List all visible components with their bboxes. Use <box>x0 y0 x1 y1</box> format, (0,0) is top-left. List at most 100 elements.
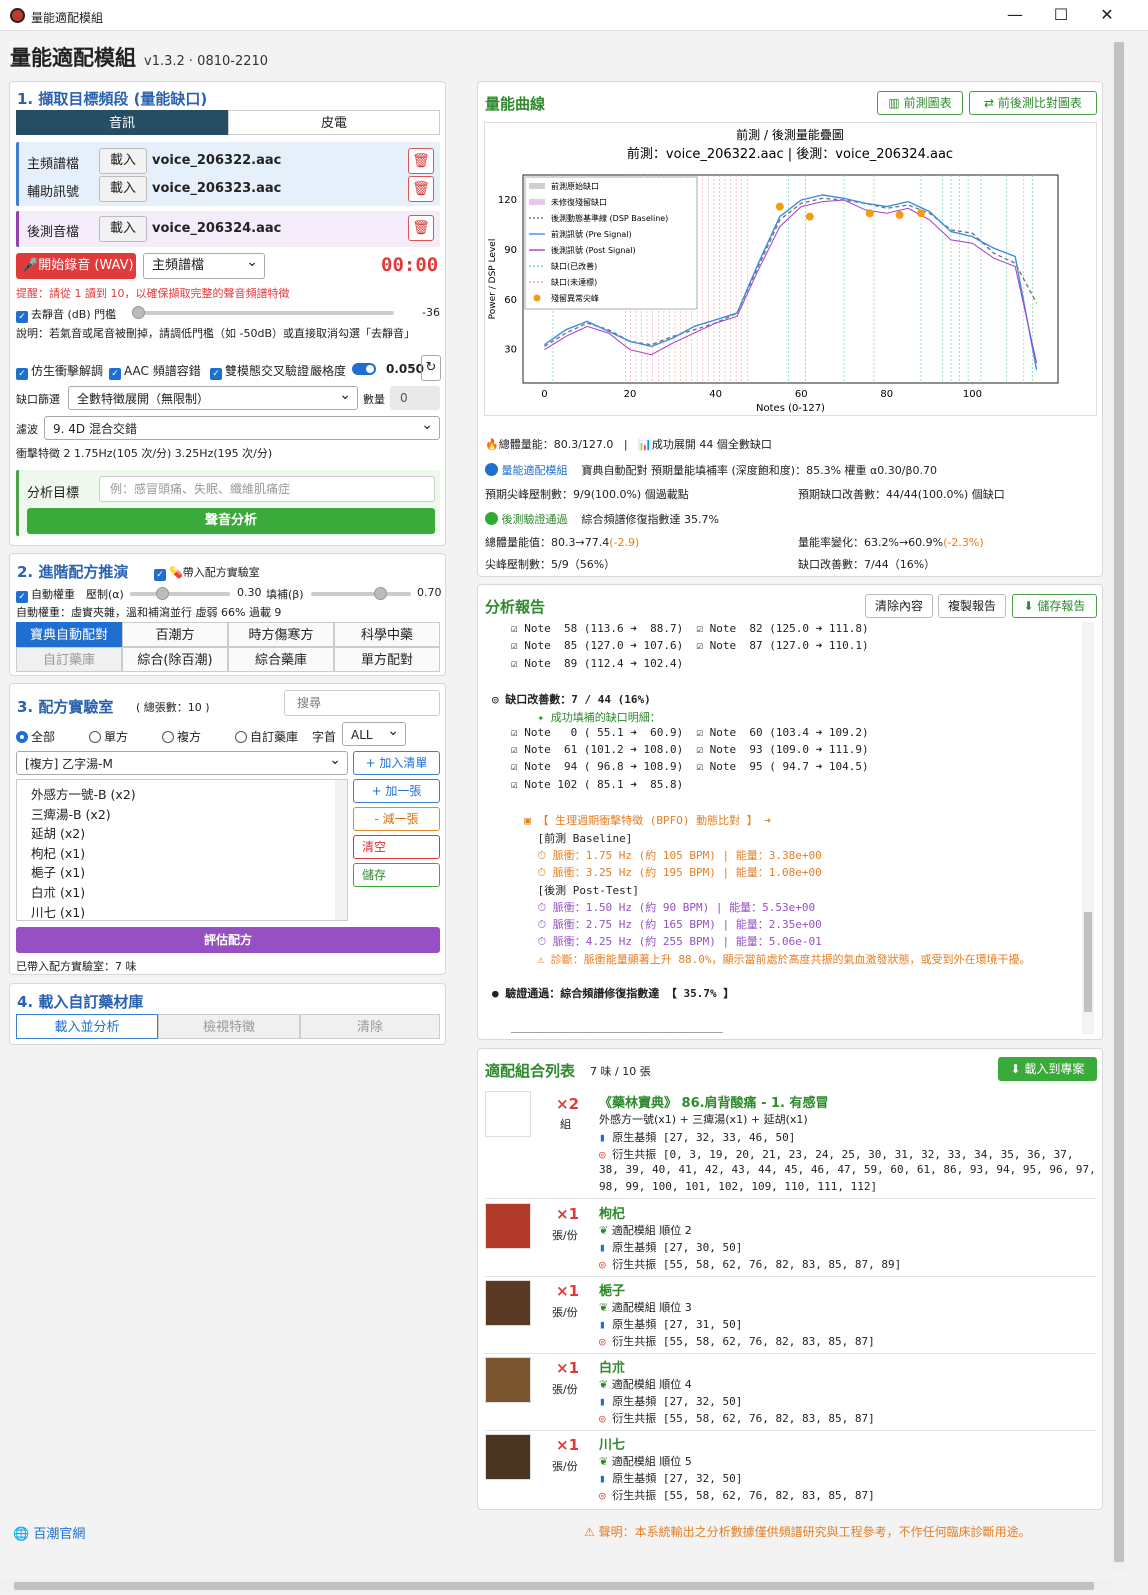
app-icon <box>10 8 25 23</box>
load-post-button[interactable]: 載入 <box>99 216 147 242</box>
target-input[interactable]: 例：感冒頭痛、失眠、纖維肌痛症 <box>99 476 435 502</box>
mode-button[interactable]: 寶典自動配對 <box>16 622 122 647</box>
lab-items-list[interactable]: 外感方一號-B (x2) 三痺湯-B (x2) 延胡 (x2) 枸杞 (x1) 梔子 (… <box>16 779 348 921</box>
compare-chart-button[interactable]: ⇄ 前後測比對圖表 <box>969 91 1097 115</box>
match-tag: 量能適配模組 <box>501 464 568 477</box>
green-dot-icon <box>485 512 498 525</box>
delete-aux-icon[interactable]: 🗑 <box>408 176 434 202</box>
count-input[interactable]: 0 <box>390 386 440 410</box>
close-button[interactable]: ✕ <box>1084 4 1130 28</box>
opt-bionic[interactable]: ✓ 仿生衝擊解調 <box>16 362 103 380</box>
radio-all[interactable]: 全部 <box>16 728 55 745</box>
reset-icon[interactable]: ↻ <box>421 355 441 381</box>
list-scrollbar[interactable] <box>335 780 347 920</box>
list-item[interactable]: 白朮 (x1) <box>31 882 85 901</box>
formula-panel: 2. 進階配方推演 ✓ 💊帶入配方實驗室 ✓ 自動權重 壓制(α) 0.30 填補(… <box>9 553 446 676</box>
copy-report-button[interactable]: 複製報告 <box>938 594 1006 618</box>
scrollbar-thumb[interactable] <box>1114 42 1124 1562</box>
tab-audio[interactable]: 音訊 <box>16 110 228 135</box>
mode-button[interactable]: 自訂藥庫 <box>16 647 122 672</box>
radio-all-label: 全部 <box>31 730 56 744</box>
lab-search-input[interactable]: 搜尋 <box>284 690 440 716</box>
add-one-button[interactable]: + 加一張 <box>353 779 440 803</box>
opt-dual[interactable]: ✓ 雙模態交叉驗證 <box>210 362 309 380</box>
list-item[interactable]: 川七 (x1) <box>31 902 85 921</box>
beta-slider[interactable] <box>311 587 411 600</box>
report-body[interactable]: ☑ Note 58 (113.6 ➜ 88.7) ☑ Note 82 (125.… <box>484 622 1094 1034</box>
initial-select[interactable]: ALL <box>342 719 406 746</box>
load-aux-button[interactable]: 載入 <box>99 176 147 202</box>
list-item[interactable]: 三痺湯-B (x2) <box>31 804 111 823</box>
radio-compound[interactable]: 複方 <box>162 728 201 745</box>
library-clear-tab[interactable]: 清除 <box>300 1014 440 1039</box>
post-rate-value: 量能率變化：63.2%→60.9% <box>798 536 944 549</box>
target-icon: ◎ <box>599 1258 606 1271</box>
horizontal-scrollbar[interactable] <box>0 1579 1112 1593</box>
tab-gsr[interactable]: 皮電 <box>228 110 440 135</box>
list-item[interactable]: 延胡 (x2) <box>31 823 85 842</box>
mode-button[interactable]: 單方配對 <box>334 647 440 672</box>
formula-select[interactable]: [複方] 乙字湯-M <box>16 748 348 775</box>
herb-rank: ❦ 適配模組 順位 2 <box>599 1222 692 1238</box>
vertical-scrollbar[interactable] <box>1112 42 1126 1572</box>
evaluate-button[interactable]: 評估配方 <box>16 927 440 953</box>
analyze-button[interactable]: 聲音分析 <box>27 508 435 534</box>
add-list-button[interactable]: + 加入清單 <box>353 751 440 775</box>
mode-button[interactable]: 綜合藥庫 <box>228 647 334 672</box>
list-item[interactable]: 枸杞 (x1) <box>31 843 85 862</box>
legend-box <box>524 176 698 310</box>
mode-button[interactable]: 百潮方 <box>122 622 228 647</box>
save-report-button[interactable]: ⬇ 儲存報告 <box>1012 594 1097 618</box>
hscroll-thumb[interactable] <box>14 1582 1094 1590</box>
maximize-button[interactable]: ☐ <box>1038 4 1084 28</box>
load-to-project-button[interactable]: ⬇ 載入到專案 <box>998 1057 1097 1081</box>
gap-select[interactable]: 全數特徵展開（無限制） <box>68 383 358 410</box>
load-main-button[interactable]: 載入 <box>99 148 147 174</box>
report-scrollbar[interactable] <box>1082 622 1094 1034</box>
chart-title: 前測 / 後測量能疊圖 <box>736 127 844 142</box>
site-link[interactable]: 🌐 百潮官網 <box>13 1523 85 1542</box>
report-scroll-thumb[interactable] <box>1084 912 1092 1012</box>
list-item[interactable]: 外感方一號-B (x2) <box>31 784 136 803</box>
alpha-knob[interactable] <box>156 587 169 600</box>
clear-button[interactable]: 清空 <box>353 835 440 859</box>
first-unit: 組 <box>560 1118 571 1131</box>
herb-rank: ❦ 適配模組 順位 4 <box>599 1376 692 1392</box>
filter-select[interactable]: 9. 4D 混合交錯 <box>44 413 440 440</box>
pre-chart-button[interactable]: ▥ 前測圖表 <box>877 91 963 115</box>
radio-single[interactable]: 單方 <box>89 728 128 745</box>
delete-post-icon[interactable]: 🗑 <box>408 215 434 241</box>
lab-check[interactable]: ✓ 💊帶入配方實驗室 <box>154 564 260 581</box>
strict-toggle[interactable] <box>352 363 376 375</box>
list-item[interactable]: 梔子 (x1) <box>31 862 85 881</box>
beta-label: 填補(β) <box>266 588 304 601</box>
record-target-select[interactable]: 主頻譜檔 <box>143 250 265 279</box>
opt-aac[interactable]: ✓ AAC 頻譜容錯 <box>109 362 201 380</box>
beta-knob[interactable] <box>374 587 387 600</box>
y-tick-label: 30 <box>504 345 517 356</box>
first-title: 《藥林寶典》 86.肩背酸痛 - 1. 有感冒 <box>599 1096 829 1111</box>
library-load-tab[interactable]: 載入並分析 <box>16 1014 158 1039</box>
delete-main-icon[interactable]: 🗑 <box>408 148 434 174</box>
bar-chart-icon: 📊 <box>638 438 652 451</box>
denoise-knob[interactable] <box>132 306 145 319</box>
auto-weight[interactable]: ✓ 自動權重 <box>16 586 75 603</box>
mode-button[interactable]: 時方傷寒方 <box>228 622 334 647</box>
report-line: [後測 Post-Test] <box>511 883 639 897</box>
alpha-slider[interactable] <box>130 587 230 600</box>
mode-button[interactable]: 綜合(除百潮) <box>122 647 228 672</box>
minimize-button[interactable]: — <box>992 4 1038 28</box>
denoise-toggle[interactable]: ✓ 去靜音 (dB) 門檻 <box>16 306 116 323</box>
record-button[interactable]: 🎤開始錄音 (WAV) <box>16 253 136 279</box>
remove-one-button[interactable]: - 減一張 <box>353 807 440 831</box>
herb-unit: 張/份 <box>552 1306 578 1319</box>
library-view-tab[interactable]: 檢視特徵 <box>158 1014 300 1039</box>
spike-point <box>865 209 874 218</box>
save-button[interactable]: 儲存 <box>353 863 440 887</box>
search-placeholder: 搜尋 <box>297 696 322 710</box>
clear-report-button[interactable]: 清除內容 <box>865 594 933 618</box>
denoise-slider[interactable] <box>132 306 394 319</box>
radio-custom[interactable]: 自訂藥庫 <box>235 728 298 745</box>
mode-button[interactable]: 科學中藥 <box>334 622 440 647</box>
denoise-label: 去靜音 (dB) 門檻 <box>31 308 117 321</box>
